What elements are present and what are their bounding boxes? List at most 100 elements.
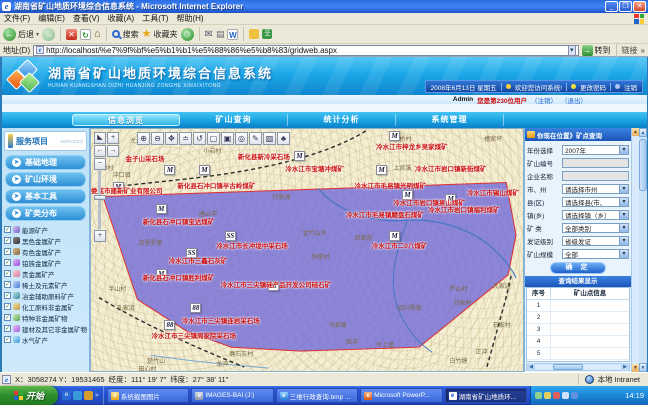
identify-button[interactable]: ◎ xyxy=(235,132,248,145)
mine-name-label[interactable]: 冷水江市梓龙乡吴家煤矿 xyxy=(376,141,448,151)
tab-item[interactable]: 矿山查询 xyxy=(180,114,288,126)
minimize-button[interactable]: _ xyxy=(605,1,618,12)
scroll-left-icon[interactable]: ◀ xyxy=(527,363,535,371)
scroll-up-icon[interactable]: ▲ xyxy=(632,128,640,136)
submit-button[interactable]: 确 定 xyxy=(550,262,606,274)
mine-name-label[interactable]: 冷水江市三尖镇硅产品开发公司硅石矿 xyxy=(221,279,332,289)
chevron-down-icon[interactable]: ▾ xyxy=(619,237,628,245)
erase-button[interactable]: ▨ xyxy=(263,132,276,145)
mine-name-label[interactable]: 冷水江市三尖镇周家院采石场 xyxy=(151,330,236,340)
stop-button[interactable]: ✕ xyxy=(66,29,77,40)
layer-item[interactable]: ✓ 建材及其它非金属矿物 xyxy=(4,323,87,334)
layer-item[interactable]: ✓ 稀土及元素矿产 xyxy=(4,279,87,290)
go-button[interactable]: → 转到 xyxy=(582,45,611,56)
pan-left-button[interactable]: ← xyxy=(94,145,106,157)
layer-item[interactable]: ✓ 黑色金属矿产 xyxy=(4,235,87,246)
mine-marker[interactable]: M xyxy=(389,131,400,141)
tray-speaker-icon[interactable] xyxy=(544,392,551,399)
sidebar-section-button[interactable]: ➤ 基本工具 xyxy=(5,189,86,204)
mail-button[interactable]: ✉ xyxy=(205,29,213,40)
mine-marker[interactable]: 88 xyxy=(190,303,201,313)
taskbar-window-button[interactable]: e IMAGES-BAI (J:) xyxy=(191,388,273,403)
checkbox-checked-icon[interactable]: ✓ xyxy=(4,259,11,266)
sidebar-section-button[interactable]: ➤ 基础地理 xyxy=(5,155,86,170)
mine-name-label[interactable]: 冷水江市锡山煤矿 xyxy=(467,187,519,197)
checkbox-checked-icon[interactable]: ✓ xyxy=(4,325,11,332)
layer-item[interactable]: ✓ 冶金辅助原料矿产 xyxy=(4,290,87,301)
start-button[interactable]: 开始 xyxy=(0,386,58,405)
zoom-slider-handle[interactable] xyxy=(94,195,106,200)
chevron-down-icon[interactable]: ▾ xyxy=(619,146,628,154)
sidebar-section-button[interactable]: ➤ 矿山环境 xyxy=(5,172,86,187)
checkbox-checked-icon[interactable]: ✓ xyxy=(4,303,11,310)
links-chevron[interactable]: » xyxy=(641,46,645,55)
favorites-button[interactable]: ★ 收藏夹 xyxy=(142,29,178,40)
field-control[interactable]: 省级发证 ▾ xyxy=(562,236,629,246)
scroll-right-icon[interactable]: ▶ xyxy=(621,363,629,371)
mine-marker[interactable]: 88 xyxy=(164,320,175,330)
sidebar-section-button[interactable]: ➤ 矿类分布 xyxy=(5,206,86,221)
edit-button[interactable]: W xyxy=(227,29,238,40)
layer-item[interactable]: ✓ 贵金属矿产 xyxy=(4,268,87,279)
checkbox-checked-icon[interactable]: ✓ xyxy=(4,270,11,277)
menu-item[interactable]: 编辑(E) xyxy=(38,13,65,24)
pan-up-button[interactable]: + xyxy=(107,132,119,144)
menu-item[interactable]: 工具(T) xyxy=(142,13,168,24)
map-viewport[interactable]: 犬水坪小岩村杨桥村槽家坪马颈村冲口镇上官溪付家洲唐山冲尧星罗家金竹山乡邓家院恒星… xyxy=(90,128,524,372)
layer-item[interactable]: ✓ 铂族金属矿产 xyxy=(4,257,87,268)
quick-launch-chevron[interactable]: » xyxy=(95,392,99,399)
mine-name-label[interactable]: 冷水江市毛易镇磨盘石煤矿 xyxy=(346,209,424,219)
checkbox-checked-icon[interactable]: ✓ xyxy=(4,292,11,299)
page-scroll-down-icon[interactable]: ▼ xyxy=(639,363,647,372)
layer-item[interactable]: ✓ 特种非金属矿物 xyxy=(4,312,87,323)
table-row[interactable]: 2 xyxy=(527,312,629,324)
tray-shield-icon[interactable] xyxy=(535,392,542,399)
tab-item[interactable]: 统计分析 xyxy=(288,114,396,126)
table-row[interactable]: 4 xyxy=(527,336,629,348)
menu-item[interactable]: 帮助(H) xyxy=(176,13,203,24)
zoom-slider-minus-button[interactable]: − xyxy=(94,158,106,170)
checkbox-checked-icon[interactable]: ✓ xyxy=(4,314,11,321)
mine-name-label[interactable]: 冷水江市毛易镇光明煤矿 xyxy=(355,180,427,190)
chevron-down-icon[interactable]: ▾ xyxy=(619,224,628,232)
quick-mail-icon[interactable] xyxy=(84,391,93,400)
refresh-button[interactable]: ↻ xyxy=(80,29,91,40)
field-control[interactable]: 请选择镇（乡） ▾ xyxy=(562,210,629,220)
zoom-in-button[interactable]: ⊕ xyxy=(137,132,150,145)
chevron-down-icon[interactable]: ▾ xyxy=(619,198,628,206)
chevron-down-icon[interactable]: ▾ xyxy=(619,211,628,219)
checkbox-checked-icon[interactable]: ✓ xyxy=(4,248,11,255)
forward-button[interactable]: → xyxy=(42,28,55,41)
checkbox-checked-icon[interactable]: ✓ xyxy=(4,281,11,288)
field-control[interactable]: 全部 ▾ xyxy=(562,249,629,259)
mine-marker[interactable]: M xyxy=(294,151,305,161)
zoom-slider-plus-button[interactable]: + xyxy=(94,230,106,242)
print-button[interactable]: ▤ xyxy=(216,29,225,40)
quick-ie-icon[interactable]: e xyxy=(62,391,71,400)
mine-name-label[interactable]: 新化县石冲口镇宝达煤矿 xyxy=(143,216,215,226)
change-password-link[interactable]: 更改密码 xyxy=(580,82,606,92)
menu-item[interactable]: 查看(V) xyxy=(73,13,100,24)
select-rect-button[interactable]: ▢ xyxy=(207,132,220,145)
mine-name-label[interactable]: 新化县新冷采石场 xyxy=(238,151,290,161)
panel-vscrollbar[interactable]: ▲ ▼ xyxy=(631,128,639,372)
mine-marker[interactable]: M xyxy=(389,231,400,241)
field-control[interactable]: ▾ xyxy=(562,158,629,168)
field-control[interactable]: 请选择市州 ▾ xyxy=(562,184,629,194)
field-control[interactable]: 2007年 ▾ xyxy=(562,145,629,155)
mine-name-label[interactable]: 冷水江市三尖镇连岩采石场 xyxy=(182,315,260,325)
layers-tree-button[interactable]: ♣ xyxy=(277,132,290,145)
scroll-down-icon[interactable]: ▼ xyxy=(632,364,640,372)
close-button[interactable]: ✕ xyxy=(633,1,646,12)
address-dropdown-button[interactable]: ▾ xyxy=(568,45,576,56)
tab-item[interactable]: 信息浏览 xyxy=(72,114,180,126)
mine-name-label[interactable]: 金子山采石场 xyxy=(126,153,165,163)
mine-marker[interactable]: SS xyxy=(225,231,236,241)
pan-right-button[interactable]: → xyxy=(107,145,119,157)
table-row[interactable]: 5 xyxy=(527,348,629,360)
tray-av-icon[interactable] xyxy=(553,392,560,399)
back-button[interactable]: ← 后退 ▾ xyxy=(3,28,39,41)
layer-item[interactable]: ✓ 能源矿产 xyxy=(4,224,87,235)
search-button[interactable]: 搜索 xyxy=(112,29,139,40)
tray-monitor-icon[interactable] xyxy=(562,392,569,399)
